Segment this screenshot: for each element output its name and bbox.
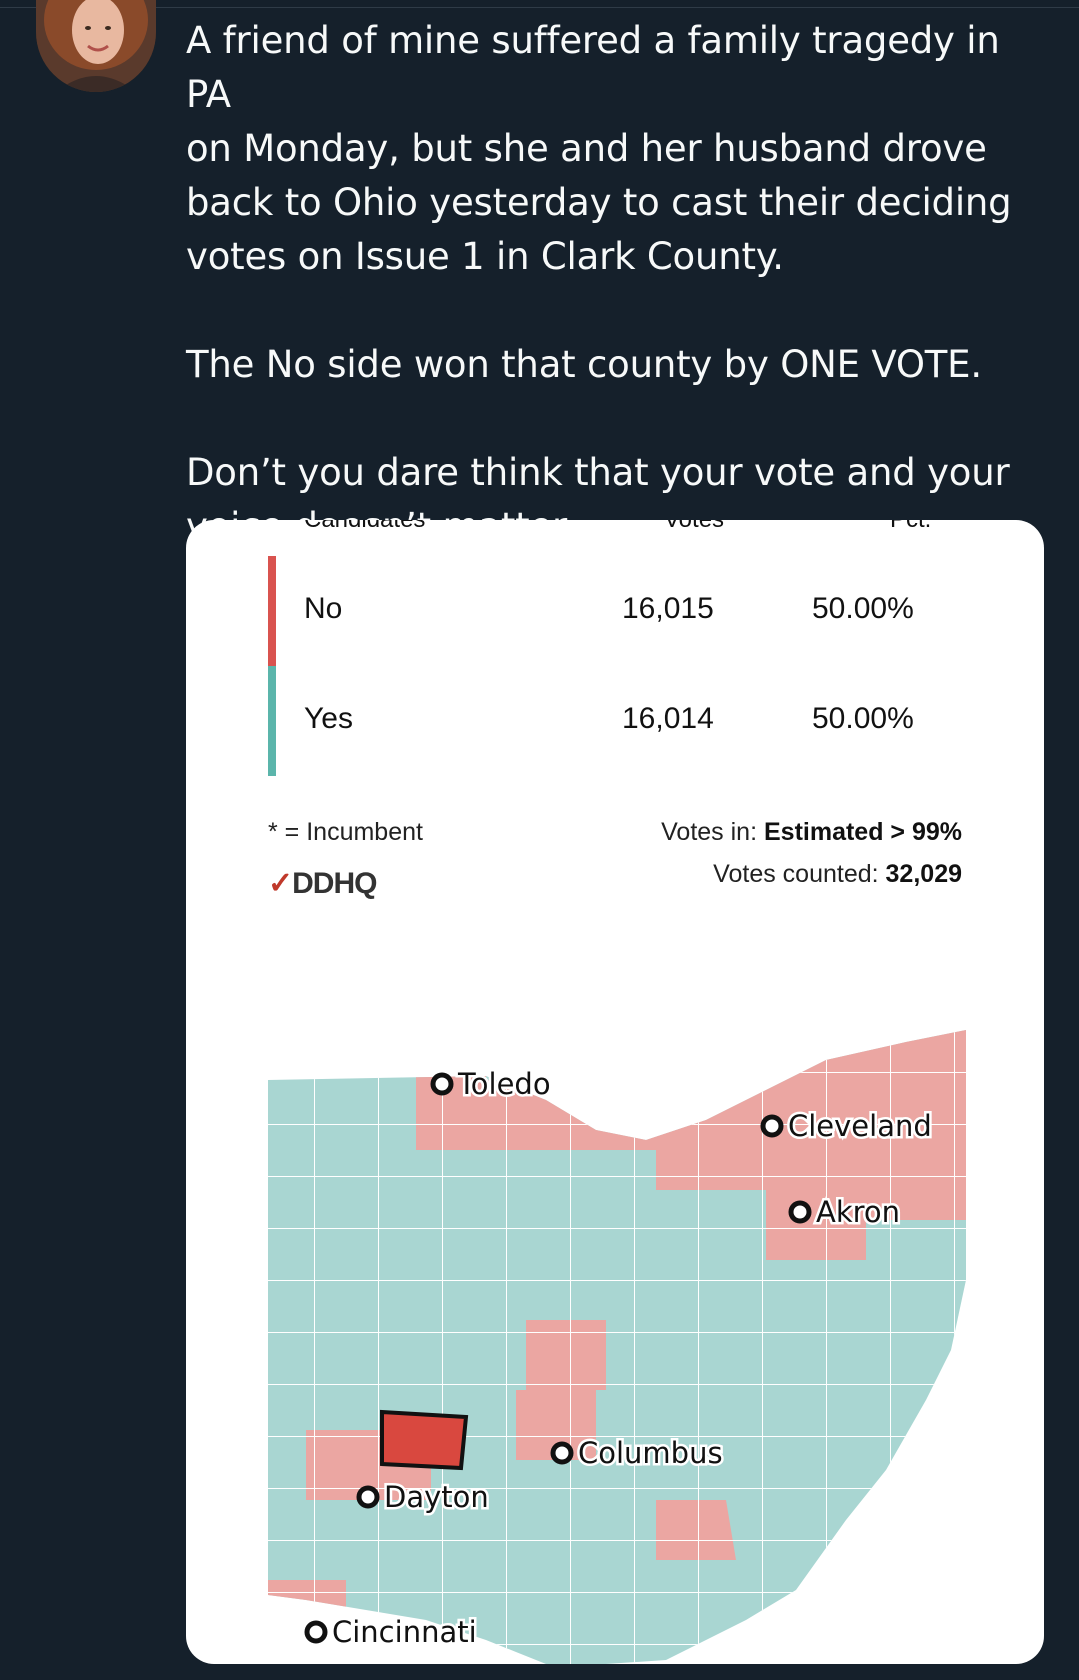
yes-color-bar	[268, 666, 276, 776]
votes-counted-label: Votes counted:	[713, 860, 886, 888]
timeline-divider	[0, 0, 1079, 8]
county-clark	[380, 1409, 469, 1471]
cincinnati-marker	[304, 1620, 328, 1644]
attached-image[interactable]: Candidates Votes Pct. No 16,015 50.00% Y…	[186, 520, 1044, 1664]
ddhq-logo: ✓DDHQ	[268, 867, 377, 900]
votes-in-label: Votes in:	[661, 818, 764, 846]
cleveland-marker	[760, 1114, 784, 1138]
post-paragraph: A friend of mine suffered a family trage…	[186, 19, 1012, 278]
ohio-county-map: Toledo Cleveland Akron Columbus Dayton C…	[268, 1030, 966, 1664]
user-avatar[interactable]	[36, 0, 156, 92]
votes-in: Votes in: Estimated > 99%	[661, 818, 962, 847]
header-votes: Votes	[664, 520, 724, 534]
vote-count: 16,015	[622, 592, 714, 625]
header-pct: Pct.	[890, 520, 931, 534]
city-label-columbus: Columbus	[578, 1436, 723, 1470]
city-label-toledo: Toledo	[457, 1067, 551, 1101]
votes-counted-value: 32,029	[885, 860, 962, 888]
result-row-yes: Yes 16,014 50.00%	[268, 666, 968, 776]
logo-text: DDHQ	[292, 867, 377, 900]
post-text: A friend of mine suffered a family trage…	[186, 14, 1056, 554]
vote-pct: 50.00%	[812, 592, 914, 625]
city-label-cleveland: Cleveland	[788, 1109, 932, 1143]
vote-pct: 50.00%	[812, 702, 914, 735]
city-label-dayton: Dayton	[384, 1480, 489, 1514]
vote-count: 16,014	[622, 702, 714, 735]
votes-in-value: Estimated > 99%	[763, 818, 962, 846]
city-label-akron: Akron	[816, 1195, 900, 1229]
dayton-marker	[356, 1485, 380, 1509]
result-row-no: No 16,015 50.00%	[268, 556, 968, 666]
no-color-bar	[268, 556, 276, 666]
votes-counted: Votes counted: 32,029	[713, 860, 962, 889]
incumbent-note: * = Incumbent	[268, 818, 423, 846]
columbus-marker	[550, 1441, 574, 1465]
candidate-name: Yes	[304, 702, 353, 735]
header-candidates: Candidates	[304, 520, 425, 534]
city-label-cincinnati: Cincinnati	[332, 1615, 477, 1649]
akron-marker	[788, 1200, 812, 1224]
toledo-marker	[430, 1072, 454, 1096]
post-paragraph: The No side won that county by ONE VOTE.	[186, 343, 982, 386]
candidate-name: No	[304, 592, 343, 625]
